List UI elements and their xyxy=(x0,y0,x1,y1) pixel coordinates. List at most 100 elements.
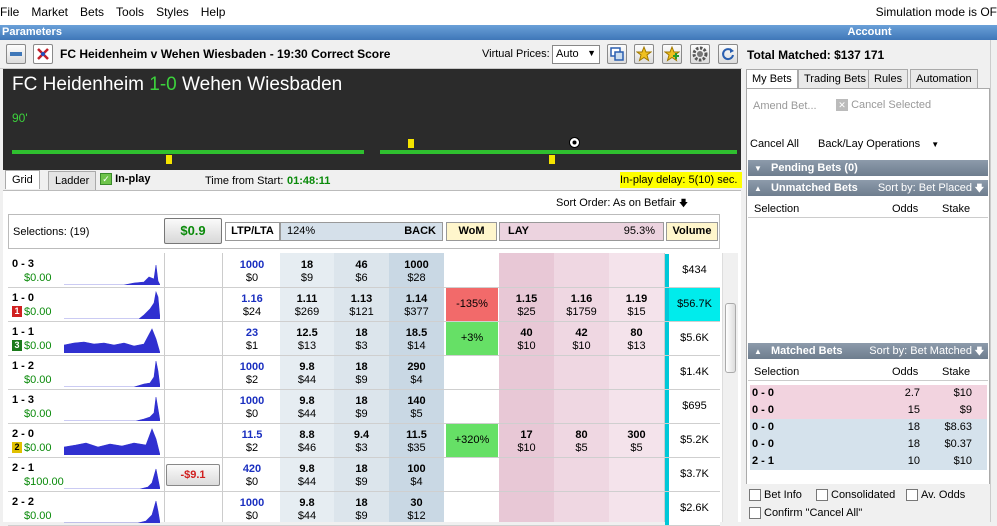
tab-automation[interactable]: Automation xyxy=(910,69,978,88)
back-cell[interactable]: 9.8 $44 xyxy=(280,395,334,421)
back-cell[interactable]: 46 $6 xyxy=(334,259,389,285)
ltp-cell[interactable]: 1000 $0 xyxy=(224,259,280,285)
back-cell[interactable]: 18 $9 xyxy=(334,497,389,523)
expand-arrow-icon: ▲ xyxy=(754,184,762,193)
tab-ladder[interactable]: Ladder xyxy=(48,171,97,190)
back-cell[interactable]: 100 $4 xyxy=(389,463,444,489)
matched-sort[interactable]: Sort by: Bet Matched xyxy=(869,343,972,359)
back-cell[interactable]: 1.13 $121 xyxy=(334,293,389,319)
matched-bet-row[interactable]: 0 - 0 18 $8.63 xyxy=(750,419,987,436)
pending-bets-header[interactable]: ▼ Pending Bets (0) xyxy=(748,160,988,176)
back-cell[interactable]: 18 $3 xyxy=(334,327,389,353)
back-cell[interactable]: 9.8 $44 xyxy=(280,463,334,489)
lay-cell[interactable]: 1.19 $15 xyxy=(609,293,664,319)
lay-price: 1.15 xyxy=(515,293,538,305)
lay-cell[interactable]: 1.16 $1759 xyxy=(554,293,609,319)
menu-bets[interactable]: Bets xyxy=(76,0,112,25)
ltp-cell[interactable]: 1000 $2 xyxy=(224,361,280,387)
bet-info-checkbox[interactable] xyxy=(749,489,761,501)
matched-bets-header[interactable]: ▲ Matched Bets Sort by: Bet Matched 🡇 xyxy=(748,343,988,359)
back-cell[interactable]: 140 $5 xyxy=(389,395,444,421)
back-cell[interactable]: 30 $12 xyxy=(389,497,444,523)
back-cell[interactable]: 9.8 $44 xyxy=(280,497,334,523)
lay-cell[interactable]: 17 $10 xyxy=(499,429,554,455)
back-cell[interactable]: 18 $9 xyxy=(334,463,389,489)
menu-styles[interactable]: Styles xyxy=(152,0,197,25)
back-cell[interactable]: 1000 $28 xyxy=(389,259,444,285)
lay-cell[interactable]: 80 $13 xyxy=(609,327,664,353)
wom-header[interactable]: WoM xyxy=(446,222,497,241)
unmatched-sort[interactable]: Sort by: Bet Placed xyxy=(878,180,972,196)
add-favourite-button[interactable] xyxy=(662,44,682,64)
close-market-button[interactable] xyxy=(33,44,53,64)
amend-bet-button[interactable]: Amend Bet... xyxy=(753,100,817,112)
tab-trading-bets[interactable]: Trading Bets xyxy=(798,69,872,88)
back-cell[interactable]: 18 $9 xyxy=(280,259,334,285)
sort-order[interactable]: Sort Order: As on Betfair 🡇 xyxy=(556,196,688,212)
matched-bet-row[interactable]: 0 - 0 18 $0.37 xyxy=(750,436,987,453)
col-selection: Selection xyxy=(754,366,800,378)
ltp-cell[interactable]: 1000 $0 xyxy=(224,497,280,523)
back-cell[interactable]: 9.4 $3 xyxy=(334,429,389,455)
lay-cell[interactable]: 300 $5 xyxy=(609,429,664,455)
menu-file[interactable]: File xyxy=(0,0,27,25)
back-cell[interactable]: 1.11 $269 xyxy=(280,293,334,319)
back-cell[interactable]: 18.5 $14 xyxy=(389,327,444,353)
confirm-cancel-all-checkbox[interactable] xyxy=(749,507,761,519)
ltp-cell[interactable]: 23 $1 xyxy=(224,327,280,353)
back-cell[interactable]: 11.5 $35 xyxy=(389,429,444,455)
volume-header[interactable]: Volume xyxy=(666,222,718,241)
grid-scrollbar[interactable] xyxy=(722,253,738,522)
matched-selection: 0 - 0 xyxy=(752,421,775,433)
lay-cell[interactable]: 1.15 $25 xyxy=(499,293,554,319)
lay-cell[interactable]: 42 $10 xyxy=(554,327,609,353)
matched-bet-row[interactable]: 0 - 0 2.7 $10 xyxy=(750,385,987,402)
tab-rules[interactable]: Rules xyxy=(868,69,909,88)
ltp-cell[interactable]: 11.5 $2 xyxy=(224,429,280,455)
event-marker xyxy=(549,155,555,164)
cancel-selected-button[interactable]: ✕ Cancel Selected xyxy=(836,99,931,111)
av-odds-checkbox[interactable] xyxy=(906,489,918,501)
panel-scrollbar[interactable] xyxy=(990,40,997,522)
favourite-button[interactable] xyxy=(634,44,654,64)
inplay-delay: In-play delay: 5(10) sec. xyxy=(620,172,742,188)
consolidated-checkbox[interactable] xyxy=(816,489,828,501)
menu-help[interactable]: Help xyxy=(197,0,234,25)
backlay-operations-menu[interactable]: Back/Lay Operations ▼ xyxy=(818,138,939,150)
tab-my-bets[interactable]: My Bets xyxy=(746,69,798,89)
ltp-cell[interactable]: 420 $0 xyxy=(224,463,280,489)
virtual-prices-select[interactable]: Auto ▼ xyxy=(552,45,600,64)
matched-bet-row[interactable]: 2 - 1 10 $10 xyxy=(750,453,987,470)
back-cell[interactable]: 1.14 $377 xyxy=(389,293,444,319)
back-cell[interactable]: 12.5 $13 xyxy=(280,327,334,353)
back-price: 18 xyxy=(300,259,314,271)
menu-tools[interactable]: Tools xyxy=(112,0,152,25)
matched-bet-row[interactable]: 0 - 0 15 $9 xyxy=(750,402,987,419)
ltp-cell[interactable]: 1000 $0 xyxy=(224,395,280,421)
settings-button[interactable] xyxy=(690,44,710,64)
lay-cell[interactable]: 40 $10 xyxy=(499,327,554,353)
refresh-button[interactable] xyxy=(718,44,738,64)
tab-grid[interactable]: Grid xyxy=(5,170,40,189)
scrollbar-thumb[interactable] xyxy=(725,303,736,373)
back-stake: $44 xyxy=(297,476,317,488)
back-cell[interactable]: 18 $9 xyxy=(334,361,389,387)
unmatched-bets-header[interactable]: ▲ Unmatched Bets Sort by: Bet Placed 🡇 xyxy=(748,180,988,196)
back-cell[interactable]: 290 $4 xyxy=(389,361,444,387)
pl-total-button[interactable]: $0.9 xyxy=(164,218,222,244)
price-chart xyxy=(64,290,160,319)
back-cell[interactable]: 9.8 $44 xyxy=(280,361,334,387)
cancel-all-button[interactable]: Cancel All xyxy=(750,138,799,150)
menu-market[interactable]: Market xyxy=(27,0,76,25)
lay-cell[interactable]: 80 $5 xyxy=(554,429,609,455)
detach-button[interactable] xyxy=(607,44,627,64)
ltp-header[interactable]: LTP/LTA xyxy=(225,222,280,241)
collapse-button[interactable] xyxy=(6,44,26,64)
ltp-cell[interactable]: 1.16 $24 xyxy=(224,293,280,319)
hedge-button[interactable]: -$9.1 xyxy=(166,464,220,486)
back-cell[interactable]: 8.8 $46 xyxy=(280,429,334,455)
price-chart xyxy=(64,328,160,353)
back-cell[interactable]: 18 $9 xyxy=(334,395,389,421)
lay-header[interactable]: LAY 95.3% xyxy=(499,222,664,241)
back-header[interactable]: 124% BACK xyxy=(280,222,443,241)
